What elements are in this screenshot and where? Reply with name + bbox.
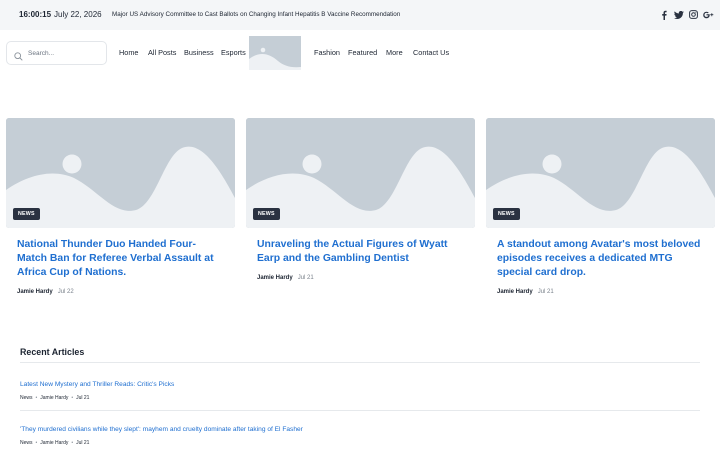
current-date: July 22, 2026 [54, 10, 102, 19]
author-name[interactable]: Jamie Hardy [40, 440, 68, 446]
site-logo[interactable] [249, 36, 301, 70]
nav-esports[interactable]: Esports [221, 48, 246, 57]
google-plus-icon[interactable] [703, 9, 714, 20]
instagram-icon[interactable] [688, 9, 699, 20]
author-name[interactable]: Jamie Hardy [257, 275, 293, 281]
post-date: Jul 21 [76, 440, 90, 446]
section-heading: Recent Articles [20, 347, 85, 357]
nav-more[interactable]: More [386, 48, 403, 57]
category-badge[interactable]: NEWS [13, 208, 40, 220]
divider [20, 362, 700, 363]
featured-title[interactable]: Unraveling the Actual Figures of Wyatt E… [257, 238, 463, 266]
author-name[interactable]: Jamie Hardy [40, 395, 68, 401]
featured-title[interactable]: A standout among Avatar's most beloved e… [497, 238, 703, 280]
article-meta: Jamie Hardy Jul 21 [257, 275, 314, 281]
separator-dot: • [71, 395, 74, 401]
nav-business[interactable]: Business [184, 48, 214, 57]
post-date: Jul 21 [76, 395, 90, 401]
nav-fashion[interactable]: Fashion [314, 48, 340, 57]
divider [20, 410, 700, 411]
search-icon [14, 48, 23, 66]
article-thumbnail[interactable] [246, 118, 475, 228]
recent-article-title[interactable]: Latest New Mystery and Thriller Reads: C… [20, 381, 174, 388]
post-date: Jul 22 [57, 289, 74, 295]
separator-dot: • [35, 395, 38, 401]
twitter-icon[interactable] [673, 9, 684, 20]
article-thumbnail[interactable] [486, 118, 715, 228]
post-date: Jul 21 [297, 275, 314, 281]
top-bar: 16:00:15 July 22, 2026 Major US Advisory… [0, 0, 720, 30]
article-meta: Jamie Hardy Jul 21 [497, 289, 554, 295]
nav-home[interactable]: Home [119, 48, 138, 57]
article-meta: Jamie Hardy Jul 22 [17, 289, 74, 295]
category-badge[interactable]: NEWS [493, 208, 520, 220]
featured-title[interactable]: National Thunder Duo Handed Four-Match B… [17, 238, 223, 280]
author-name[interactable]: Jamie Hardy [497, 289, 533, 295]
nav-all-posts[interactable]: All Posts [148, 48, 176, 57]
search-input[interactable] [28, 47, 104, 60]
article-category[interactable]: News [20, 395, 33, 401]
post-date: Jul 21 [537, 289, 554, 295]
breaking-news-ticker[interactable]: Major US Advisory Committee to Cast Ball… [112, 11, 400, 18]
recent-article-meta: News • Jamie Hardy • Jul 21 [20, 440, 89, 446]
separator-dot: • [35, 440, 38, 446]
nav-featured[interactable]: Featured [348, 48, 377, 57]
recent-article-title[interactable]: 'They murdered civilians while they slep… [20, 426, 303, 433]
recent-article-meta: News • Jamie Hardy • Jul 21 [20, 395, 89, 401]
article-category[interactable]: News [20, 440, 33, 446]
separator-dot: • [71, 440, 74, 446]
article-thumbnail[interactable] [6, 118, 235, 228]
category-badge[interactable]: NEWS [253, 208, 280, 220]
author-name[interactable]: Jamie Hardy [17, 289, 53, 295]
nav-contact-us[interactable]: Contact Us [413, 48, 449, 57]
facebook-icon[interactable] [658, 9, 669, 20]
search-box[interactable] [6, 41, 107, 65]
current-time: 16:00:15 [19, 10, 52, 19]
